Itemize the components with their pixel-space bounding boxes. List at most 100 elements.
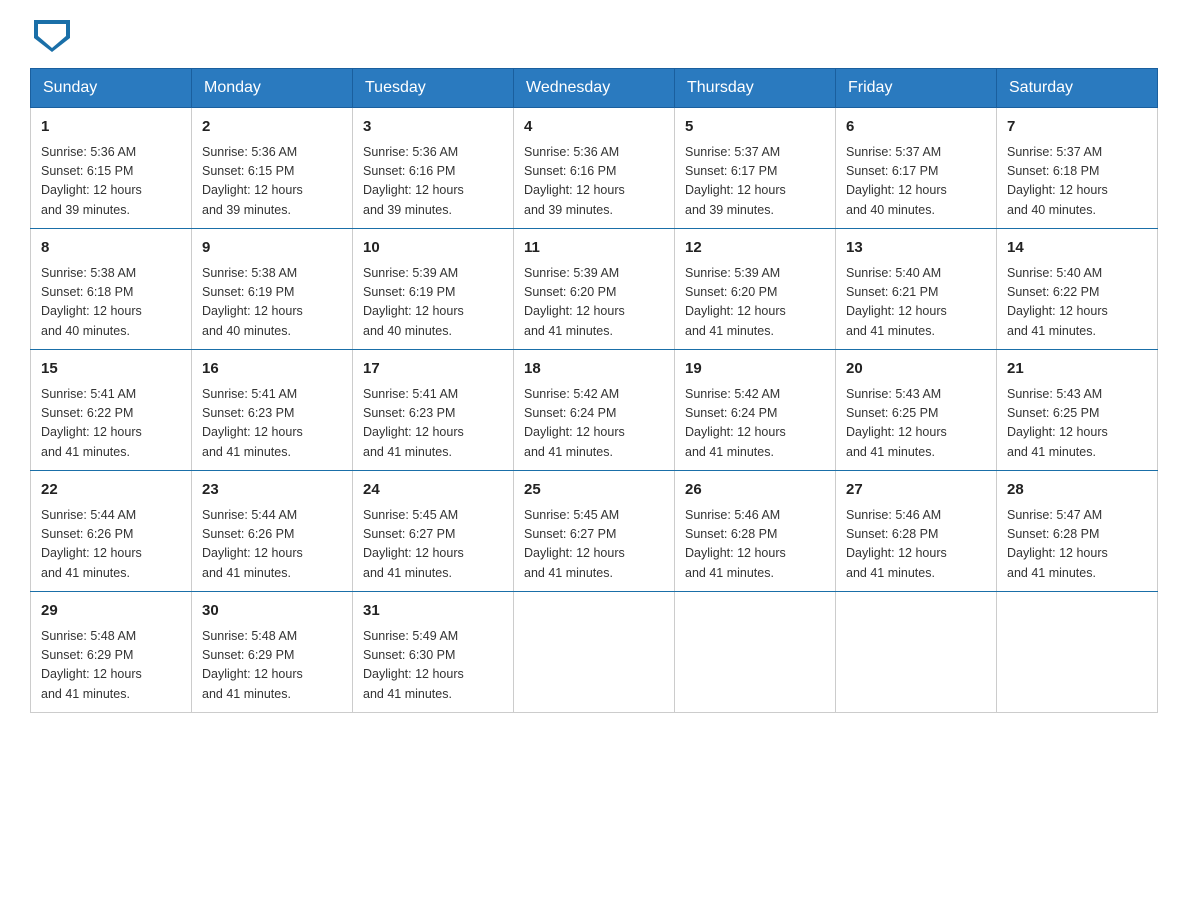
day-info: Sunrise: 5:41 AMSunset: 6:23 PMDaylight:… (363, 385, 503, 463)
day-info: Sunrise: 5:39 AMSunset: 6:20 PMDaylight:… (524, 264, 664, 342)
calendar-day-cell (836, 592, 997, 713)
day-number: 14 (1007, 237, 1147, 260)
day-info: Sunrise: 5:44 AMSunset: 6:26 PMDaylight:… (41, 506, 181, 584)
weekday-header-thursday: Thursday (675, 69, 836, 108)
calendar-day-cell: 16 Sunrise: 5:41 AMSunset: 6:23 PMDaylig… (192, 350, 353, 471)
calendar-day-cell: 6 Sunrise: 5:37 AMSunset: 6:17 PMDayligh… (836, 108, 997, 229)
day-number: 1 (41, 116, 181, 139)
day-info: Sunrise: 5:39 AMSunset: 6:19 PMDaylight:… (363, 264, 503, 342)
day-info: Sunrise: 5:43 AMSunset: 6:25 PMDaylight:… (846, 385, 986, 463)
calendar-week-row: 22 Sunrise: 5:44 AMSunset: 6:26 PMDaylig… (31, 471, 1158, 592)
day-info: Sunrise: 5:48 AMSunset: 6:29 PMDaylight:… (41, 627, 181, 705)
day-number: 9 (202, 237, 342, 260)
day-info: Sunrise: 5:46 AMSunset: 6:28 PMDaylight:… (846, 506, 986, 584)
calendar-day-cell (997, 592, 1158, 713)
calendar-day-cell: 12 Sunrise: 5:39 AMSunset: 6:20 PMDaylig… (675, 229, 836, 350)
day-number: 18 (524, 358, 664, 381)
day-info: Sunrise: 5:48 AMSunset: 6:29 PMDaylight:… (202, 627, 342, 705)
page-header (30, 20, 1158, 48)
calendar-day-cell: 7 Sunrise: 5:37 AMSunset: 6:18 PMDayligh… (997, 108, 1158, 229)
day-info: Sunrise: 5:37 AMSunset: 6:18 PMDaylight:… (1007, 143, 1147, 221)
day-info: Sunrise: 5:41 AMSunset: 6:23 PMDaylight:… (202, 385, 342, 463)
day-number: 8 (41, 237, 181, 260)
day-number: 20 (846, 358, 986, 381)
day-info: Sunrise: 5:36 AMSunset: 6:16 PMDaylight:… (363, 143, 503, 221)
day-info: Sunrise: 5:47 AMSunset: 6:28 PMDaylight:… (1007, 506, 1147, 584)
day-number: 13 (846, 237, 986, 260)
calendar-week-row: 15 Sunrise: 5:41 AMSunset: 6:22 PMDaylig… (31, 350, 1158, 471)
day-number: 5 (685, 116, 825, 139)
calendar-day-cell: 29 Sunrise: 5:48 AMSunset: 6:29 PMDaylig… (31, 592, 192, 713)
calendar-day-cell: 9 Sunrise: 5:38 AMSunset: 6:19 PMDayligh… (192, 229, 353, 350)
day-number: 31 (363, 600, 503, 623)
day-info: Sunrise: 5:45 AMSunset: 6:27 PMDaylight:… (524, 506, 664, 584)
weekday-header-saturday: Saturday (997, 69, 1158, 108)
day-number: 16 (202, 358, 342, 381)
day-number: 15 (41, 358, 181, 381)
day-number: 30 (202, 600, 342, 623)
logo (30, 20, 70, 48)
calendar-day-cell: 2 Sunrise: 5:36 AMSunset: 6:15 PMDayligh… (192, 108, 353, 229)
day-number: 23 (202, 479, 342, 502)
calendar-day-cell: 25 Sunrise: 5:45 AMSunset: 6:27 PMDaylig… (514, 471, 675, 592)
day-info: Sunrise: 5:36 AMSunset: 6:15 PMDaylight:… (202, 143, 342, 221)
calendar-day-cell: 27 Sunrise: 5:46 AMSunset: 6:28 PMDaylig… (836, 471, 997, 592)
calendar-day-cell: 24 Sunrise: 5:45 AMSunset: 6:27 PMDaylig… (353, 471, 514, 592)
day-number: 24 (363, 479, 503, 502)
day-number: 26 (685, 479, 825, 502)
day-info: Sunrise: 5:36 AMSunset: 6:15 PMDaylight:… (41, 143, 181, 221)
calendar-day-cell: 30 Sunrise: 5:48 AMSunset: 6:29 PMDaylig… (192, 592, 353, 713)
calendar-day-cell: 17 Sunrise: 5:41 AMSunset: 6:23 PMDaylig… (353, 350, 514, 471)
day-info: Sunrise: 5:46 AMSunset: 6:28 PMDaylight:… (685, 506, 825, 584)
day-info: Sunrise: 5:37 AMSunset: 6:17 PMDaylight:… (685, 143, 825, 221)
calendar-day-cell: 19 Sunrise: 5:42 AMSunset: 6:24 PMDaylig… (675, 350, 836, 471)
day-info: Sunrise: 5:37 AMSunset: 6:17 PMDaylight:… (846, 143, 986, 221)
day-number: 3 (363, 116, 503, 139)
calendar-week-row: 1 Sunrise: 5:36 AMSunset: 6:15 PMDayligh… (31, 108, 1158, 229)
calendar-day-cell: 20 Sunrise: 5:43 AMSunset: 6:25 PMDaylig… (836, 350, 997, 471)
calendar-day-cell: 1 Sunrise: 5:36 AMSunset: 6:15 PMDayligh… (31, 108, 192, 229)
calendar-day-cell: 8 Sunrise: 5:38 AMSunset: 6:18 PMDayligh… (31, 229, 192, 350)
calendar-day-cell: 13 Sunrise: 5:40 AMSunset: 6:21 PMDaylig… (836, 229, 997, 350)
weekday-header-wednesday: Wednesday (514, 69, 675, 108)
day-info: Sunrise: 5:45 AMSunset: 6:27 PMDaylight:… (363, 506, 503, 584)
logo-arrow-icon (34, 20, 70, 52)
day-info: Sunrise: 5:43 AMSunset: 6:25 PMDaylight:… (1007, 385, 1147, 463)
day-number: 21 (1007, 358, 1147, 381)
calendar-header-row: SundayMondayTuesdayWednesdayThursdayFrid… (31, 69, 1158, 108)
calendar-day-cell: 4 Sunrise: 5:36 AMSunset: 6:16 PMDayligh… (514, 108, 675, 229)
day-number: 10 (363, 237, 503, 260)
day-info: Sunrise: 5:40 AMSunset: 6:22 PMDaylight:… (1007, 264, 1147, 342)
day-info: Sunrise: 5:38 AMSunset: 6:18 PMDaylight:… (41, 264, 181, 342)
calendar-day-cell: 15 Sunrise: 5:41 AMSunset: 6:22 PMDaylig… (31, 350, 192, 471)
calendar-table: SundayMondayTuesdayWednesdayThursdayFrid… (30, 68, 1158, 713)
calendar-day-cell (675, 592, 836, 713)
day-number: 7 (1007, 116, 1147, 139)
day-number: 29 (41, 600, 181, 623)
calendar-day-cell: 31 Sunrise: 5:49 AMSunset: 6:30 PMDaylig… (353, 592, 514, 713)
day-info: Sunrise: 5:44 AMSunset: 6:26 PMDaylight:… (202, 506, 342, 584)
day-info: Sunrise: 5:42 AMSunset: 6:24 PMDaylight:… (524, 385, 664, 463)
calendar-day-cell: 21 Sunrise: 5:43 AMSunset: 6:25 PMDaylig… (997, 350, 1158, 471)
day-number: 27 (846, 479, 986, 502)
calendar-day-cell: 26 Sunrise: 5:46 AMSunset: 6:28 PMDaylig… (675, 471, 836, 592)
weekday-header-sunday: Sunday (31, 69, 192, 108)
day-info: Sunrise: 5:39 AMSunset: 6:20 PMDaylight:… (685, 264, 825, 342)
day-number: 28 (1007, 479, 1147, 502)
calendar-body: 1 Sunrise: 5:36 AMSunset: 6:15 PMDayligh… (31, 108, 1158, 713)
calendar-day-cell: 10 Sunrise: 5:39 AMSunset: 6:19 PMDaylig… (353, 229, 514, 350)
calendar-day-cell (514, 592, 675, 713)
calendar-day-cell: 5 Sunrise: 5:37 AMSunset: 6:17 PMDayligh… (675, 108, 836, 229)
day-number: 22 (41, 479, 181, 502)
calendar-day-cell: 18 Sunrise: 5:42 AMSunset: 6:24 PMDaylig… (514, 350, 675, 471)
day-info: Sunrise: 5:41 AMSunset: 6:22 PMDaylight:… (41, 385, 181, 463)
day-number: 11 (524, 237, 664, 260)
day-info: Sunrise: 5:42 AMSunset: 6:24 PMDaylight:… (685, 385, 825, 463)
day-number: 25 (524, 479, 664, 502)
weekday-header-tuesday: Tuesday (353, 69, 514, 108)
calendar-day-cell: 22 Sunrise: 5:44 AMSunset: 6:26 PMDaylig… (31, 471, 192, 592)
day-info: Sunrise: 5:38 AMSunset: 6:19 PMDaylight:… (202, 264, 342, 342)
day-number: 2 (202, 116, 342, 139)
day-info: Sunrise: 5:36 AMSunset: 6:16 PMDaylight:… (524, 143, 664, 221)
calendar-day-cell: 11 Sunrise: 5:39 AMSunset: 6:20 PMDaylig… (514, 229, 675, 350)
